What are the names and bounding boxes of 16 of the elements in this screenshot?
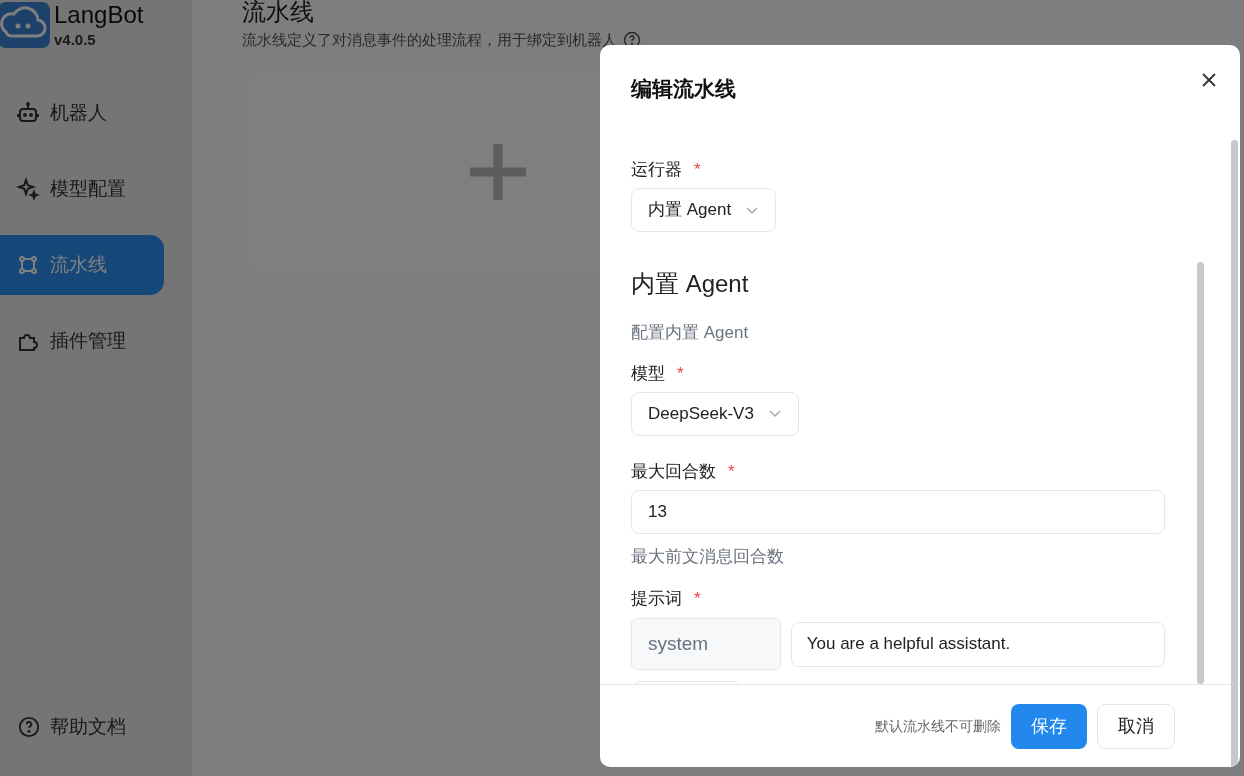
page-title: 流水线 <box>242 0 315 24</box>
field-label: 提示词 <box>631 588 682 611</box>
footer-note: 默认流水线不可删除 <box>875 716 1001 736</box>
dialog-title: 编辑流水线 <box>631 76 736 102</box>
section-title: 内置 Agent <box>631 269 750 299</box>
required-mark: * <box>694 159 701 182</box>
required-mark: * <box>677 362 684 385</box>
field-help: 最大前文消息回合数 <box>631 545 785 568</box>
required-mark: * <box>728 460 735 483</box>
required-mark: * <box>694 588 701 611</box>
app-version: v4.0.5 <box>54 30 97 50</box>
section-description: 配置内置 Agent <box>631 322 750 344</box>
field-label: 最大回合数 <box>631 460 716 483</box>
field-label: 模型 <box>631 362 665 385</box>
field-label: 运行器 <box>631 159 682 182</box>
app-name: LangBot <box>54 2 144 28</box>
